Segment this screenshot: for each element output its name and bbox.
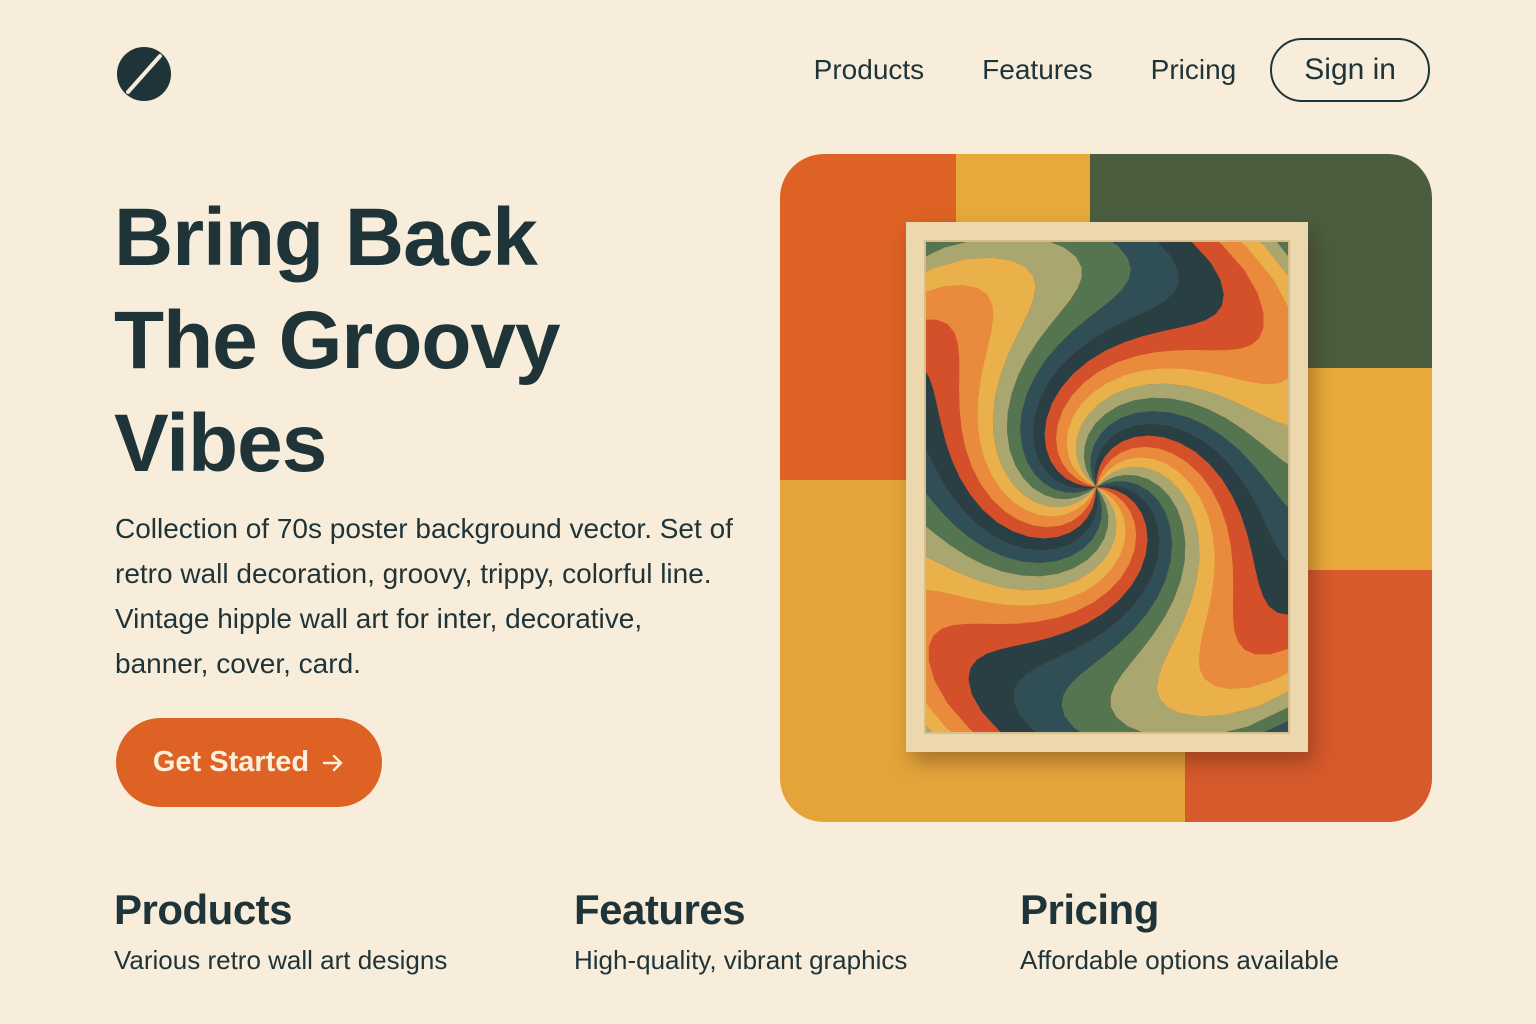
feature-text: High-quality, vibrant graphics xyxy=(574,945,908,975)
hero-title-line: Vibes xyxy=(114,398,327,489)
feature-title: Products xyxy=(114,886,293,933)
nav-pricing-link[interactable]: Pricing xyxy=(1151,54,1237,86)
get-started-button[interactable]: Get Started xyxy=(116,718,382,807)
feature-text: Affordable options available xyxy=(1020,945,1339,975)
sign-in-button[interactable]: Sign in xyxy=(1270,38,1430,102)
feature-title: Features xyxy=(574,886,746,933)
slashed-circle-logo-icon[interactable] xyxy=(116,46,172,102)
nav-products-link[interactable]: Products xyxy=(814,54,925,86)
poster-frame xyxy=(906,222,1308,752)
feature-title: Pricing xyxy=(1020,886,1159,933)
arrow-right-icon xyxy=(322,754,343,771)
hero-title: Bring Back The Groovy Vibes xyxy=(114,186,561,495)
feature-features: Features High-quality, vibrant graphics xyxy=(574,884,907,978)
feature-products: Products Various retro wall art designs xyxy=(114,884,447,978)
hero-description: Collection of 70s poster background vect… xyxy=(115,513,733,679)
groovy-swirl-poster xyxy=(924,240,1290,734)
swirl-graphic xyxy=(926,242,1288,732)
hero-title-line: The Groovy xyxy=(114,295,561,386)
feature-pricing: Pricing Affordable options available xyxy=(1020,884,1339,978)
feature-text: Various retro wall art designs xyxy=(114,945,448,975)
hero-title-line: Bring Back xyxy=(114,192,538,283)
nav-features-link[interactable]: Features xyxy=(982,54,1093,86)
get-started-label: Get Started xyxy=(152,746,310,778)
top-nav: Products Features Pricing Sign in xyxy=(814,36,1430,104)
